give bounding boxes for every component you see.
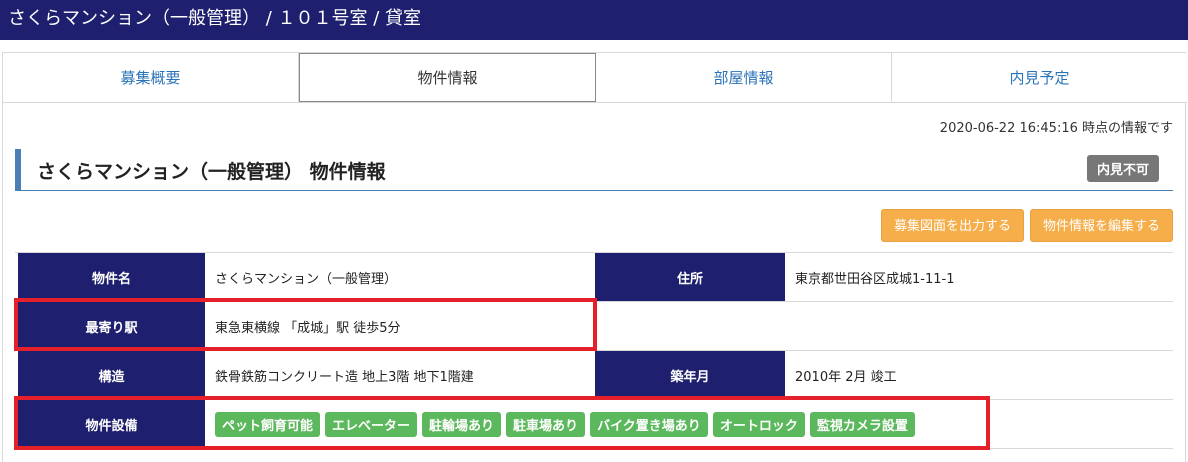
tab-recruitment-overview[interactable]: 募集概要 <box>3 53 299 102</box>
nearest-station-label: 最寄り駅 <box>18 302 205 350</box>
equipment-tag: バイク置き場あり <box>590 411 708 437</box>
equipment-tag: 駐車場あり <box>506 411 586 437</box>
tab-room-info[interactable]: 部屋情報 <box>596 53 892 102</box>
equipment-label: 物件設備 <box>18 400 205 448</box>
property-name-label: 物件名 <box>18 253 205 301</box>
equipment-value: ペット飼育可能 エレベーター 駐輪場あり 駐車場あり バイク置き場あり オートロ… <box>205 400 1165 448</box>
header-bar: さくらマンション（一般管理） / １０１号室 / 貸室 <box>0 0 1188 40</box>
equipment-tag: オートロック <box>712 411 805 437</box>
equipment-tag: エレベーター <box>325 411 418 437</box>
address-label: 住所 <box>595 253 785 301</box>
section-header: さくらマンション（一般管理） 物件情報 内見不可 <box>15 149 1173 191</box>
structure-value: 鉄骨鉄筋コンクリート造 地上3階 地下1階建 <box>215 369 474 385</box>
info-timestamp: 2020-06-22 16:45:16 時点の情報です <box>939 121 1173 136</box>
table-row: 最寄り駅 東急東横線 「成城」駅 徒歩5分 <box>15 302 1173 351</box>
equipment-tag: 監視カメラ設置 <box>809 411 915 437</box>
address-value: 東京都世田谷区成城1-11-1 <box>795 271 955 287</box>
equipment-tags: ペット飼育可能 エレベーター 駐輪場あり 駐車場あり バイク置き場あり オートロ… <box>215 411 915 437</box>
action-buttons: 募集図面を出力する 物件情報を編集する <box>880 209 1173 242</box>
tab-bar: 募集概要 物件情報 部屋情報 内見予定 <box>3 53 1187 103</box>
table-row: 構造 鉄骨鉄筋コンクリート造 地上3階 地下1階建 築年月 2010年 2月 竣… <box>15 351 1173 400</box>
table-row: 物件名 さくらマンション（一般管理） 住所 東京都世田谷区成城1-11-1 <box>15 253 1173 302</box>
built-date-label: 築年月 <box>595 351 785 399</box>
tab-viewing-schedule[interactable]: 内見予定 <box>892 53 1187 102</box>
nearest-station-value: 東急東横線 「成城」駅 徒歩5分 <box>215 320 401 336</box>
viewing-status-badge: 内見不可 <box>1086 155 1159 182</box>
built-date-value: 2010年 2月 竣工 <box>795 369 897 385</box>
equipment-tag: 駐輪場あり <box>422 411 502 437</box>
content-panel: 募集概要 物件情報 部屋情報 内見予定 2020-06-22 16:45:16 … <box>2 52 1187 462</box>
table-row: 物件設備 ペット飼育可能 エレベーター 駐輪場あり 駐車場あり バイク置き場あり… <box>15 400 1173 449</box>
edit-property-button[interactable]: 物件情報を編集する <box>1029 209 1173 242</box>
structure-label: 構造 <box>18 351 205 399</box>
property-name-value: さくらマンション（一般管理） <box>215 271 398 287</box>
export-flyer-button[interactable]: 募集図面を出力する <box>880 209 1024 242</box>
section-title: さくらマンション（一般管理） 物件情報 <box>37 161 386 183</box>
property-detail-table: 物件名 さくらマンション（一般管理） 住所 東京都世田谷区成城1-11-1 最寄… <box>15 252 1173 449</box>
breadcrumb-title: さくらマンション（一般管理） / １０１号室 / 貸室 <box>8 8 422 29</box>
equipment-tag: ペット飼育可能 <box>215 411 321 437</box>
tab-property-info[interactable]: 物件情報 <box>299 53 596 102</box>
